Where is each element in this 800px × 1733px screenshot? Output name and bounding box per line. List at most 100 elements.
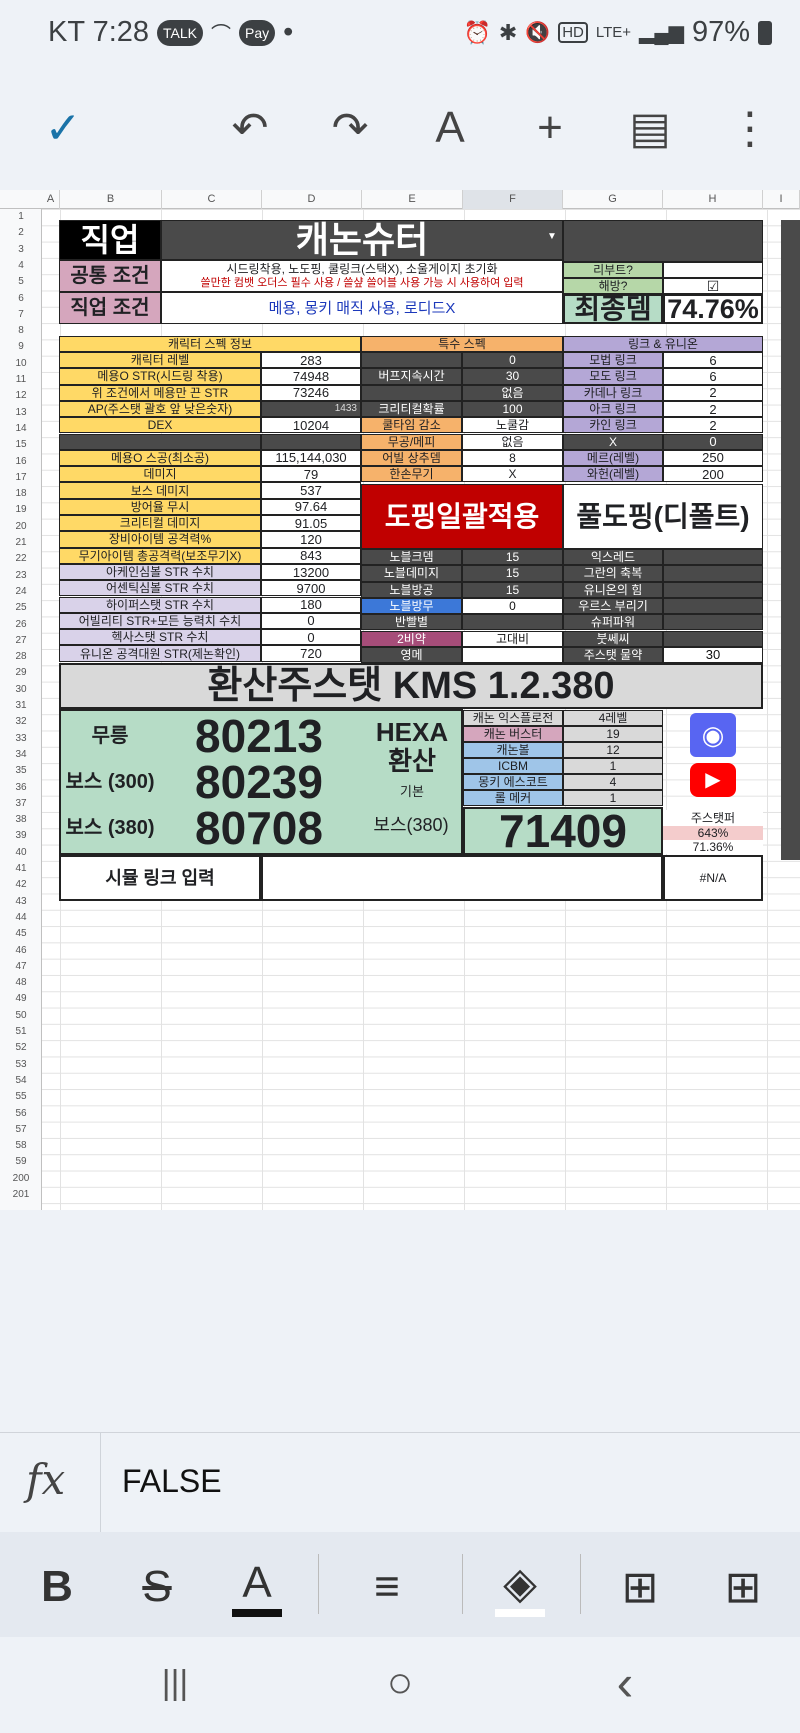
special-label[interactable]: 버프지속시간 [361,368,462,385]
link-value[interactable]: 250 [663,449,763,467]
link-value[interactable]: 6 [663,352,763,369]
extra-label[interactable]: 유니온의 힘 [563,581,663,598]
buff-label[interactable]: 노블크뎀 [361,549,462,566]
row-header-cell[interactable]: 31 [0,698,42,714]
row-header-cell[interactable]: 10 [0,356,42,372]
row-header-cell[interactable]: 40 [0,845,42,861]
row-header-cell[interactable]: 9 [0,339,42,355]
job-label[interactable]: 직업 [59,220,161,260]
extra-value[interactable] [663,565,763,582]
char-stat-value[interactable]: 91.05 [261,515,361,532]
buff-value[interactable]: 15 [462,565,563,582]
char-stat-value[interactable]: 843 [261,547,361,564]
link-label[interactable]: 와헌(레벨) [563,466,663,483]
final-damage-value[interactable]: 74.76% [663,294,763,324]
row-header-cell[interactable]: 25 [0,600,42,616]
job-dropdown-icon[interactable]: ▼ [545,230,559,244]
char-stat-value[interactable]: 13200 [261,563,361,581]
extra-label[interactable]: 주스탯 물약 [563,646,663,664]
unlock-checkbox[interactable]: ☑ [663,278,763,294]
row-header-cell[interactable]: 30 [0,682,42,698]
hexa-skill-label[interactable]: 캐논 버스터 [463,726,563,742]
special-label[interactable]: 무공/메피 [361,433,462,450]
mainstat-label[interactable]: 주스탯퍼 [663,810,763,826]
job-cond-value[interactable]: 메용, 몽키 매직 사용, 로디드X [161,292,563,324]
char-stat-value[interactable]: 74948 [261,368,361,385]
char-stat-label[interactable]: 어센틱심볼 STR 수치 [59,580,261,597]
row-header-cell[interactable]: 11 [0,372,42,388]
home-button[interactable]: ○ [375,1653,425,1713]
extra-value[interactable] [663,614,763,631]
special-value[interactable]: 8 [462,449,563,467]
extra-label[interactable]: 슈퍼파워 [563,614,663,631]
row-header-cell[interactable]: 39 [0,828,42,844]
hexa-skill-value[interactable]: 19 [563,726,663,742]
discord-icon[interactable]: ◉ [690,713,736,757]
special-value[interactable]: X [462,466,563,483]
char-stat-value[interactable]: 10204 [261,417,361,434]
row-header-cell[interactable]: 6 [0,291,42,307]
buff-label[interactable]: 반빨별 [361,614,462,631]
row-header-cell[interactable]: 2 [0,225,42,241]
doping-apply-button[interactable]: 도핑일괄적용 [361,484,563,549]
link-value[interactable]: 2 [663,400,763,418]
buff-value[interactable]: 0 [462,597,563,615]
row-header-cell[interactable]: 34 [0,747,42,763]
row-header-cell[interactable]: 41 [0,861,42,877]
hexa-skill-label[interactable]: 캐논 익스플로전 [463,710,563,726]
row-header-cell[interactable]: 58 [0,1138,42,1154]
text-color-button[interactable]: A [232,1557,282,1617]
buff-label[interactable]: 노블데미지 [361,565,462,582]
column-header-cell[interactable]: F [463,190,563,209]
extra-value[interactable] [663,597,763,615]
char-stat-label[interactable]: 아케인심볼 STR 수치 [59,563,261,581]
row-header-cell[interactable]: 22 [0,551,42,567]
special-label[interactable] [361,352,462,369]
char-stat-label[interactable]: 장비아이템 공격력% [59,531,261,548]
row-header-cell[interactable]: 53 [0,1057,42,1073]
special-value[interactable]: 100 [462,400,563,418]
char-stat-value[interactable]: 537 [261,482,361,499]
column-header-cell[interactable]: I [763,190,800,209]
row-header-cell[interactable]: 47 [0,959,42,975]
hexa-skill-value[interactable]: 1 [563,758,663,774]
extra-label[interactable]: 우르스 부리기 [563,597,663,615]
row-header-cell[interactable]: 52 [0,1040,42,1056]
hexa-label[interactable]: HEXA 환산 [366,718,458,776]
conv-row-value[interactable]: 80239 [160,760,358,804]
back-button[interactable]: ‹ [600,1653,650,1713]
column-header-cell[interactable]: G [563,190,663,209]
char-stat-label[interactable]: 위 조건에서 메용만 끈 STR [59,384,261,401]
base-select[interactable]: 기본 [366,782,458,800]
reboot-checkbox[interactable] [663,262,763,278]
buff-value[interactable]: 고대비 [462,630,563,647]
char-stat-label[interactable]: 헥사스탯 STR 수치 [59,629,261,646]
hexa-value[interactable]: 71409 [463,807,663,855]
sim-link-result[interactable]: #N/A [663,855,763,901]
row-header-cell[interactable]: 50 [0,1008,42,1024]
link-value[interactable]: 6 [663,368,763,385]
hexa-skill-label[interactable]: 롤 메커 [463,790,563,806]
char-stat-label[interactable]: 방어율 무시 [59,498,261,515]
special-label[interactable]: 쿨타임 감소 [361,417,462,434]
add-icon[interactable]: + [525,98,575,158]
strikethrough-button[interactable]: S [132,1557,182,1617]
hexa-skill-label[interactable]: ICBM [463,758,563,774]
bold-button[interactable]: B [32,1557,82,1617]
char-stat-label[interactable]: 메용O 스공(최소공) [59,449,261,467]
row-header-cell[interactable]: 17 [0,470,42,486]
conv-row-value[interactable]: 80708 [160,806,358,850]
row-header-cell[interactable]: 44 [0,910,42,926]
common-label[interactable]: 공통 조건 [59,260,161,292]
row-header-cell[interactable]: 29 [0,665,42,681]
buff-label[interactable]: 노블방공 [361,581,462,598]
formula-input[interactable]: FALSE [122,1463,222,1500]
row-header-cell[interactable]: 59 [0,1154,42,1170]
row-header-cell[interactable]: 27 [0,633,42,649]
conversion-title[interactable]: 환산주스탯 KMS 1.2.380 [59,663,763,709]
column-header-cell[interactable]: B [60,190,162,209]
insert-row-button[interactable]: ⊞ [615,1557,665,1617]
row-header-cell[interactable]: 26 [0,617,42,633]
redo-icon[interactable]: ↷ [325,98,375,158]
extra-value[interactable]: 30 [663,646,763,664]
